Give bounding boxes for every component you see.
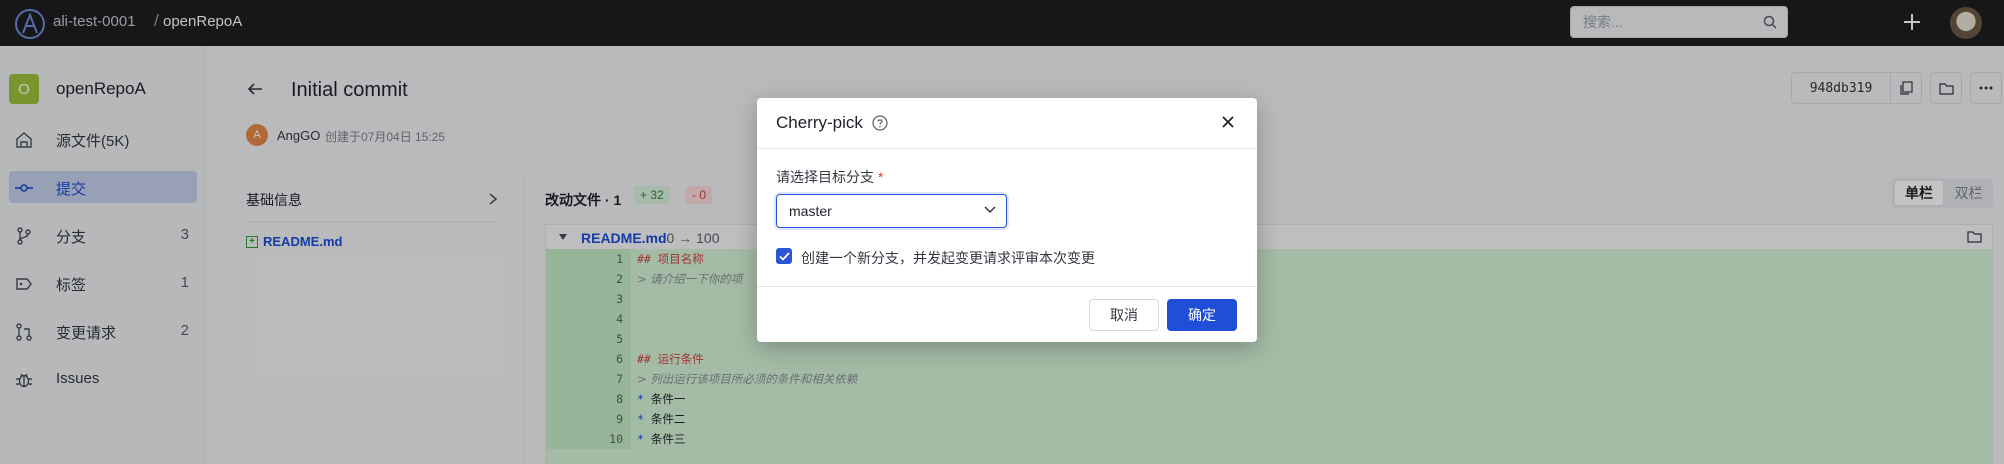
required-mark: * xyxy=(878,169,884,185)
cherry-pick-dialog: Cherry-pick 请选择目标分支 * master 创建一个新分支，并发起变… xyxy=(757,98,1257,342)
checkmark-icon xyxy=(778,251,790,261)
close-icon[interactable] xyxy=(1219,113,1237,131)
divider xyxy=(757,286,1257,287)
help-icon[interactable] xyxy=(872,115,888,131)
confirm-button[interactable]: 确定 xyxy=(1167,299,1237,331)
divider xyxy=(757,148,1257,149)
create-branch-label[interactable]: 创建一个新分支，并发起变更请求评审本次变更 xyxy=(801,248,1095,268)
target-branch-label-text: 请选择目标分支 xyxy=(776,169,874,185)
create-branch-checkbox[interactable] xyxy=(776,248,792,264)
cancel-button[interactable]: 取消 xyxy=(1089,299,1159,331)
selected-branch: master xyxy=(789,203,832,219)
target-branch-select[interactable]: master xyxy=(776,194,1007,228)
target-branch-label: 请选择目标分支 * xyxy=(776,167,883,187)
chevron-down-icon xyxy=(984,206,996,214)
dialog-title: Cherry-pick xyxy=(776,113,863,132)
